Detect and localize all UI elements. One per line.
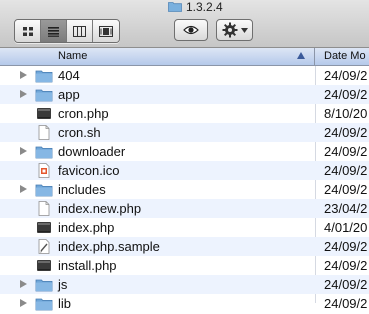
coverflow-icon — [99, 25, 113, 37]
file-date: 24/09/2 — [324, 68, 368, 83]
folder-icon — [35, 87, 53, 102]
view-switcher — [14, 19, 120, 43]
file-date: 24/09/2 — [324, 87, 368, 102]
file-name: index.new.php — [58, 201, 142, 216]
file-name: lib — [58, 296, 72, 311]
file-date: 23/04/2 — [324, 201, 368, 216]
coverflow-view-button[interactable] — [93, 20, 119, 42]
disclosure-triangle[interactable] — [20, 299, 27, 307]
php-file-icon — [35, 106, 53, 121]
file-name: favicon.ico — [58, 163, 120, 178]
folder-icon — [35, 144, 53, 159]
file-name: index.php.sample — [58, 239, 160, 254]
file-name: 404 — [58, 68, 80, 83]
chevron-down-icon — [240, 27, 248, 33]
file-row[interactable]: includes 24/09/2 — [0, 180, 369, 199]
file-date: 24/09/2 — [324, 277, 368, 292]
date-column-header[interactable]: Date Mo — [324, 50, 366, 62]
disclosure-triangle[interactable] — [20, 71, 27, 79]
document-icon — [35, 201, 53, 216]
list-header: Name Date Mo — [0, 48, 369, 66]
php-file-icon — [35, 258, 53, 273]
file-row[interactable]: downloader 24/09/2 — [0, 142, 369, 161]
file-date: 24/09/2 — [324, 239, 368, 254]
file-name: app — [58, 87, 80, 102]
file-name: includes — [58, 182, 106, 197]
list-icon — [48, 26, 59, 37]
file-name: cron.php — [58, 106, 109, 121]
file-row[interactable]: app 24/09/2 — [0, 85, 369, 104]
file-row[interactable]: index.new.php 23/04/2 — [0, 199, 369, 218]
file-name: js — [58, 277, 68, 292]
file-date: 4/01/20 — [324, 220, 368, 235]
folder-icon — [35, 296, 53, 311]
file-list: 404 24/09/2 app 24/09/2 cron.php 8/10/20 cron.… — [0, 66, 369, 313]
gear-icon — [222, 22, 237, 38]
disclosure-triangle[interactable] — [20, 185, 27, 193]
sort-ascending-icon — [297, 52, 305, 59]
file-row[interactable]: lib 24/09/2 — [0, 294, 369, 313]
name-column-header[interactable]: Name — [0, 48, 315, 65]
file-date: 24/09/2 — [324, 163, 368, 178]
eye-icon — [183, 25, 199, 35]
file-date: 24/09/2 — [324, 258, 368, 273]
document-icon — [35, 125, 53, 140]
disclosure-triangle[interactable] — [20, 147, 27, 155]
file-row[interactable]: index.php 4/01/20 — [0, 218, 369, 237]
file-row[interactable]: 404 24/09/2 — [0, 66, 369, 85]
file-date: 24/09/2 — [324, 125, 368, 140]
folder-icon — [168, 1, 182, 12]
favicon-file-icon — [35, 163, 53, 178]
file-row[interactable]: favicon.ico 24/09/2 — [0, 161, 369, 180]
folder-icon — [35, 277, 53, 292]
file-row[interactable]: cron.php 8/10/20 — [0, 104, 369, 123]
file-row[interactable]: cron.sh 24/09/2 — [0, 123, 369, 142]
action-button[interactable] — [216, 19, 253, 41]
php-file-icon — [35, 220, 53, 235]
window-title-text: 1.3.2.4 — [186, 0, 223, 14]
file-name: index.php — [58, 220, 115, 235]
file-name: cron.sh — [58, 125, 101, 140]
grid-icon — [22, 26, 33, 36]
script-file-icon — [35, 239, 53, 254]
date-column-label: Date Mo — [324, 50, 366, 62]
file-row[interactable]: js 24/09/2 — [0, 275, 369, 294]
quicklook-button[interactable] — [174, 19, 208, 41]
icon-view-button[interactable] — [15, 20, 41, 42]
file-date: 24/09/2 — [324, 182, 368, 197]
file-row[interactable]: index.php.sample 24/09/2 — [0, 237, 369, 256]
columns-icon — [73, 25, 86, 37]
file-name: install.php — [58, 258, 117, 273]
file-date: 24/09/2 — [324, 144, 368, 159]
disclosure-triangle[interactable] — [20, 280, 27, 288]
folder-icon — [35, 182, 53, 197]
file-date: 8/10/20 — [324, 106, 368, 121]
folder-icon — [35, 68, 53, 83]
window-title: 1.3.2.4 — [168, 0, 223, 14]
finder-toolbar: 1.3.2.4 — [0, 0, 369, 48]
disclosure-triangle[interactable] — [20, 90, 27, 98]
file-date: 24/09/2 — [324, 296, 368, 311]
list-view-button[interactable] — [41, 20, 67, 42]
column-view-button[interactable] — [67, 20, 93, 42]
file-name: downloader — [58, 144, 126, 159]
file-row[interactable]: install.php 24/09/2 — [0, 256, 369, 275]
name-column-label: Name — [58, 50, 88, 62]
